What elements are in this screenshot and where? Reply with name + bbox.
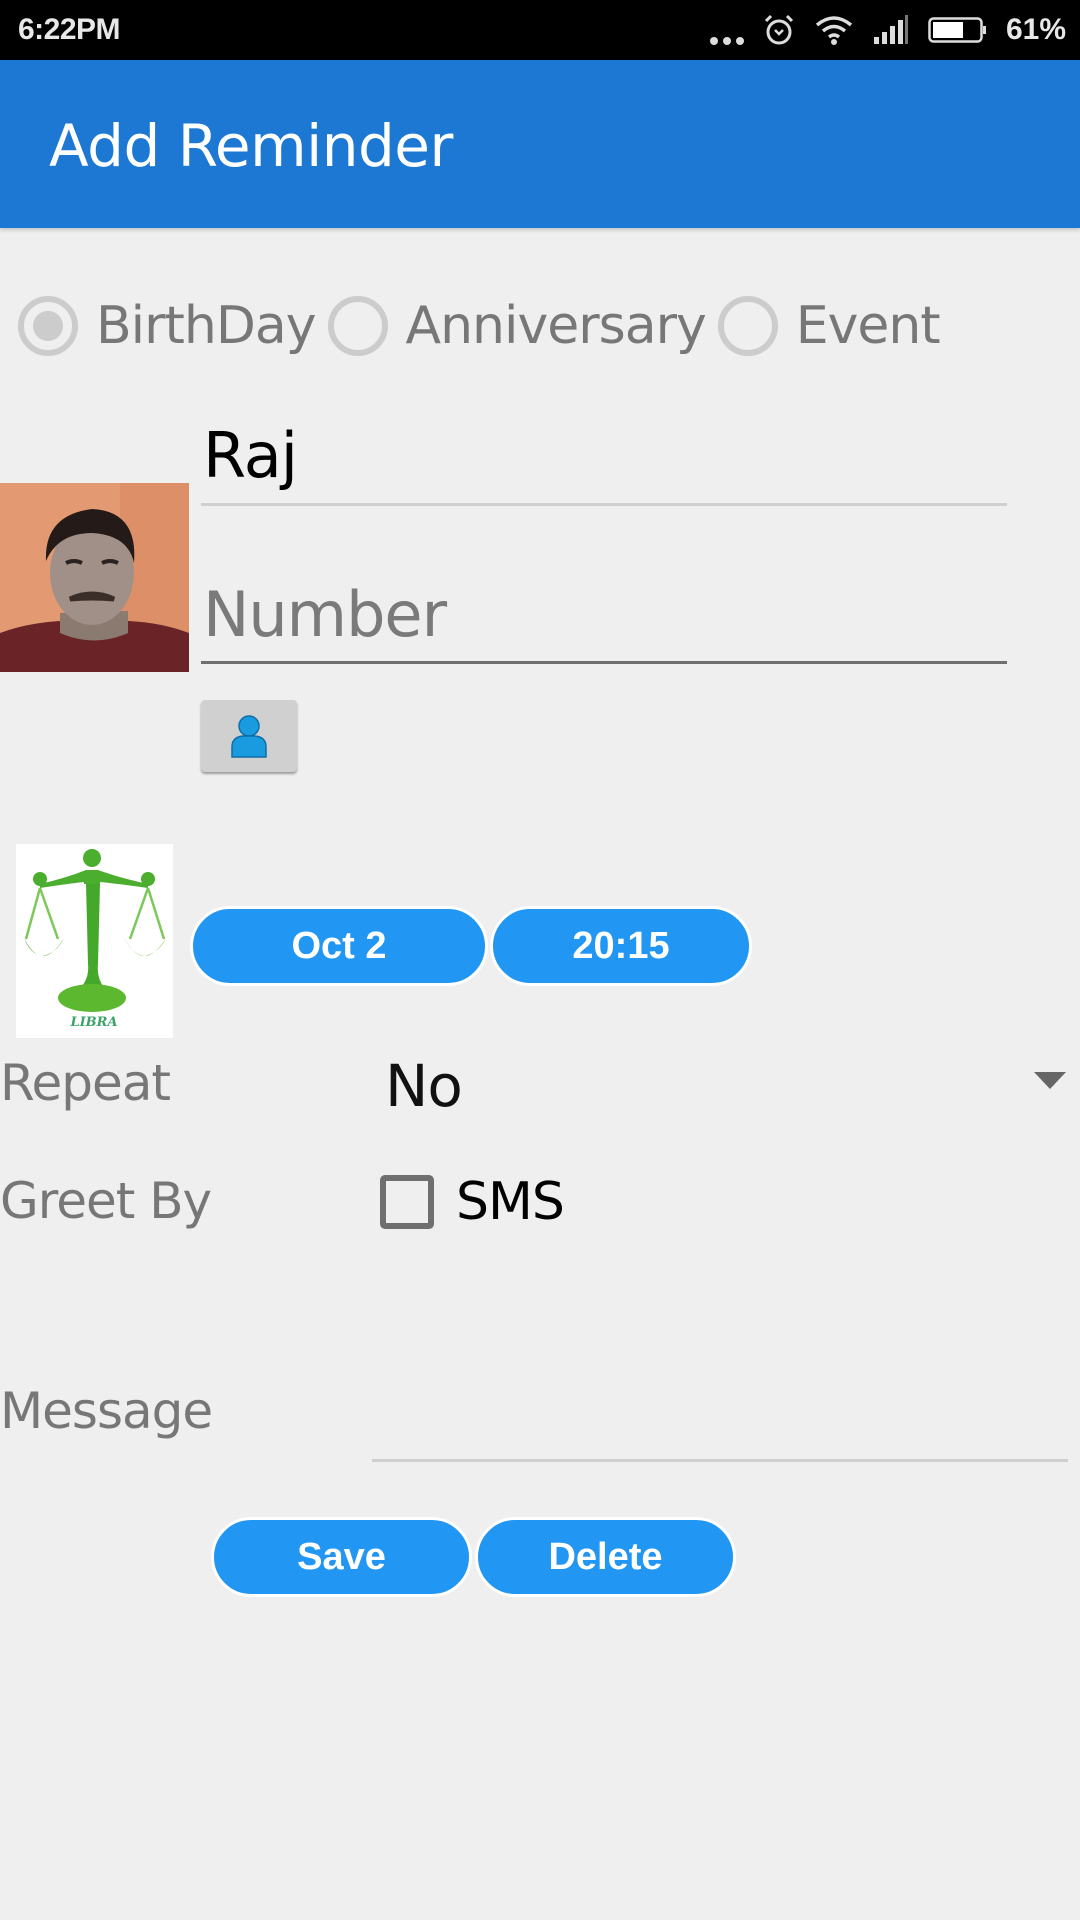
radio-label: BirthDay: [96, 296, 317, 356]
libra-scales-icon: LIBRA: [16, 844, 173, 1038]
greet-by-label: Greet By: [0, 1172, 212, 1230]
app-bar: Add Reminder: [0, 60, 1080, 228]
battery-percent: 61%: [1005, 13, 1066, 46]
status-icons: 61%: [709, 10, 1066, 50]
zodiac-sign-label: LIBRA: [69, 1015, 117, 1030]
sms-checkbox[interactable]: [380, 1175, 434, 1229]
contact-avatar[interactable]: [0, 483, 189, 672]
repeat-selected-value: No: [385, 1052, 463, 1120]
radio-event[interactable]: Event: [706, 296, 941, 356]
radio-label: Anniversary: [405, 296, 707, 356]
date-button[interactable]: Oct 2: [190, 906, 488, 986]
time-button[interactable]: 20:15: [490, 906, 752, 986]
status-bar: 6:22PM 61%: [0, 0, 1080, 60]
radio-unchecked-icon: [717, 296, 778, 356]
radio-birthday[interactable]: BirthDay: [0, 296, 317, 356]
number-field-container: [201, 568, 1007, 664]
radio-anniversary[interactable]: Anniversary: [316, 296, 707, 356]
zodiac-image: LIBRA: [16, 844, 173, 1038]
number-input[interactable]: [201, 568, 1007, 661]
dropdown-arrow-icon: [1034, 1072, 1066, 1089]
radio-unchecked-icon: [327, 296, 388, 356]
message-field-container: [372, 1380, 1068, 1462]
sms-checkbox-row[interactable]: SMS: [380, 1172, 565, 1232]
radio-label: Event: [795, 296, 941, 356]
wifi-icon: [815, 16, 853, 45]
page-title: Add Reminder: [49, 112, 453, 180]
message-label: Message: [0, 1382, 213, 1440]
sms-checkbox-label: SMS: [456, 1172, 565, 1232]
person-icon: [231, 715, 267, 758]
status-time: 6:22PM: [18, 13, 121, 46]
message-input[interactable]: [372, 1380, 1068, 1459]
save-button[interactable]: Save: [211, 1517, 472, 1597]
name-input[interactable]: [201, 408, 1007, 503]
more-dots-icon: [709, 15, 744, 45]
repeat-dropdown[interactable]: No: [382, 1046, 1080, 1126]
reminder-type-radio-group: BirthDay Anniversary Event: [0, 290, 941, 362]
pick-contact-button[interactable]: [201, 700, 297, 772]
name-field-container: [201, 408, 1007, 506]
signal-icon: [873, 15, 908, 44]
alarm-icon: [764, 14, 794, 45]
radio-checked-icon: [18, 296, 78, 356]
battery-icon: [928, 17, 986, 43]
repeat-label: Repeat: [0, 1054, 171, 1112]
contact-photo-icon: [0, 483, 189, 672]
delete-button[interactable]: Delete: [475, 1517, 736, 1597]
